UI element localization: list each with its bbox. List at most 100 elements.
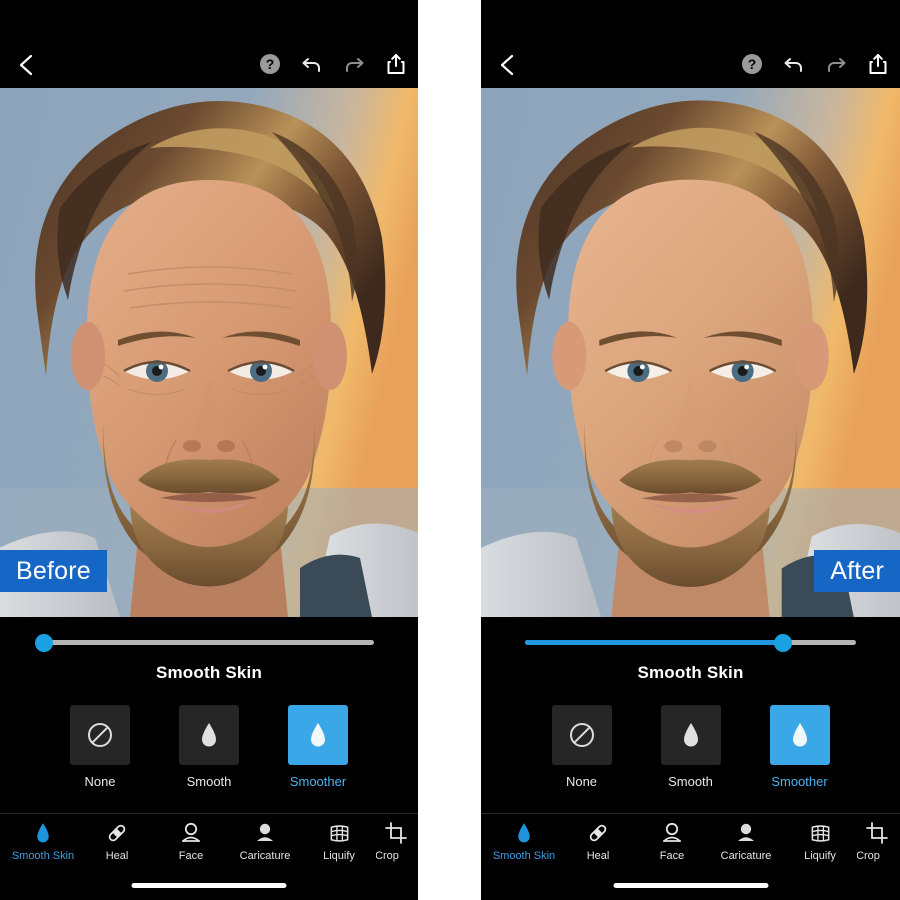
back-button[interactable] — [14, 52, 40, 78]
tool-label: Crop — [857, 850, 880, 862]
top-bar-actions: ? — [258, 52, 408, 76]
option-none-label: None — [84, 774, 116, 789]
undo-button[interactable] — [782, 52, 806, 76]
tool-label: Caricature — [239, 850, 291, 862]
tool-face[interactable]: Face — [154, 814, 228, 874]
option-smoother[interactable]: Smoother — [276, 705, 360, 789]
tool-label: Liquify — [323, 850, 355, 862]
tool-caricature[interactable]: Caricature — [709, 814, 783, 874]
share-icon — [387, 54, 405, 74]
control-title: Smooth Skin — [637, 663, 744, 682]
redo-button[interactable] — [342, 52, 366, 76]
undo-icon — [302, 58, 320, 72]
option-none-label: None — [565, 774, 598, 789]
tool-smooth-skin[interactable]: Smooth Skin — [487, 814, 561, 874]
option-none-tile[interactable] — [70, 705, 130, 765]
option-none-tile[interactable] — [551, 705, 612, 765]
crop-icon — [384, 820, 408, 846]
tool-heal[interactable]: Heal — [80, 814, 154, 874]
chevron-left-icon — [500, 54, 514, 76]
option-none[interactable]: None — [540, 705, 624, 789]
undo-button[interactable] — [300, 52, 324, 76]
tool-label: Caricature — [720, 850, 772, 862]
option-tiles-after: None Smooth Smoother — [481, 705, 900, 789]
grid-icon — [328, 820, 351, 846]
help-icon: ? — [260, 54, 280, 74]
option-smooth-label: Smooth — [186, 774, 232, 789]
tool-caricature[interactable]: Caricature — [228, 814, 302, 874]
chevron-left-icon — [19, 54, 33, 76]
option-smooth-label: Smooth — [668, 774, 713, 789]
help-button[interactable]: ? — [740, 52, 764, 76]
crop-icon — [865, 820, 889, 846]
tool-smooth-skin[interactable]: Smooth Skin — [6, 814, 80, 874]
tool-label: Heal — [105, 850, 129, 862]
home-indicator — [613, 883, 768, 888]
option-smooth[interactable]: Smooth — [649, 705, 733, 789]
redo-icon — [828, 58, 846, 72]
option-smooth-tile[interactable] — [179, 705, 239, 765]
option-smooth[interactable]: Smooth — [167, 705, 251, 789]
help-button[interactable]: ? — [258, 52, 282, 76]
bandage-icon — [586, 820, 610, 846]
option-smoother[interactable]: Smoother — [758, 705, 842, 789]
face-filled-icon — [734, 820, 758, 846]
option-none[interactable]: None — [58, 705, 142, 789]
tool-label: Face — [659, 850, 685, 862]
droplet-icon — [683, 723, 698, 747]
option-smoother-label: Smoother — [771, 774, 828, 789]
phone-panel-after: ? After Smooth Skin None Smooth Smoother… — [481, 0, 900, 900]
intensity-slider-before[interactable] — [35, 634, 374, 652]
face-outline-icon — [179, 820, 203, 846]
tool-label: Heal — [586, 850, 610, 862]
droplet-icon — [515, 820, 533, 846]
top-bar: ? — [481, 0, 900, 88]
share-button[interactable] — [384, 52, 408, 76]
slider-track — [44, 640, 374, 645]
after-badge: After — [814, 550, 900, 592]
portrait-image-after — [481, 88, 900, 617]
back-button[interactable] — [495, 52, 521, 78]
top-bar-actions: ? — [740, 52, 890, 76]
droplet-icon — [34, 820, 52, 846]
bandage-icon — [105, 820, 129, 846]
tool-crop[interactable]: Crop — [376, 814, 416, 874]
tool-label: Crop — [376, 850, 399, 862]
portrait-image-before — [0, 88, 418, 617]
tool-face[interactable]: Face — [635, 814, 709, 874]
before-badge: Before — [0, 550, 107, 592]
photo-after[interactable]: After — [481, 88, 900, 617]
svg-text:?: ? — [266, 56, 275, 72]
top-bar: ? — [0, 0, 418, 88]
intensity-slider-after[interactable] — [525, 634, 856, 652]
tool-liquify[interactable]: Liquify — [783, 814, 857, 874]
option-smoother-tile[interactable] — [288, 705, 348, 765]
droplet-icon — [792, 723, 807, 747]
slider-fill — [525, 640, 784, 645]
option-smoother-label: Smoother — [289, 774, 347, 789]
redo-button[interactable] — [824, 52, 848, 76]
option-tiles-before: None Smooth Smoother — [0, 705, 418, 789]
tool-label: Smooth Skin — [11, 850, 75, 862]
droplet-icon — [311, 723, 325, 747]
tool-heal[interactable]: Heal — [561, 814, 635, 874]
slider-knob[interactable] — [35, 634, 53, 652]
home-indicator — [131, 883, 287, 888]
face-outline-icon — [660, 820, 684, 846]
photo-before[interactable]: Before — [0, 88, 418, 617]
grid-icon — [809, 820, 832, 846]
slider-knob[interactable] — [774, 634, 793, 652]
tool-label: Face — [178, 850, 204, 862]
option-smoother-tile[interactable] — [769, 705, 830, 765]
tool-liquify[interactable]: Liquify — [302, 814, 376, 874]
tool-bar-before: Smooth Skin Heal Face Caricature Liquify… — [0, 813, 418, 873]
tool-label: Smooth Skin — [492, 850, 556, 862]
tool-crop[interactable]: Crop — [857, 814, 897, 874]
no-smoothing-icon — [569, 723, 594, 747]
option-smooth-tile[interactable] — [660, 705, 721, 765]
svg-text:?: ? — [748, 56, 757, 72]
redo-icon — [346, 58, 364, 72]
tool-bar-after: Smooth Skin Heal Face Caricature Liquify… — [481, 813, 900, 873]
share-button[interactable] — [866, 52, 890, 76]
share-icon — [869, 54, 887, 74]
